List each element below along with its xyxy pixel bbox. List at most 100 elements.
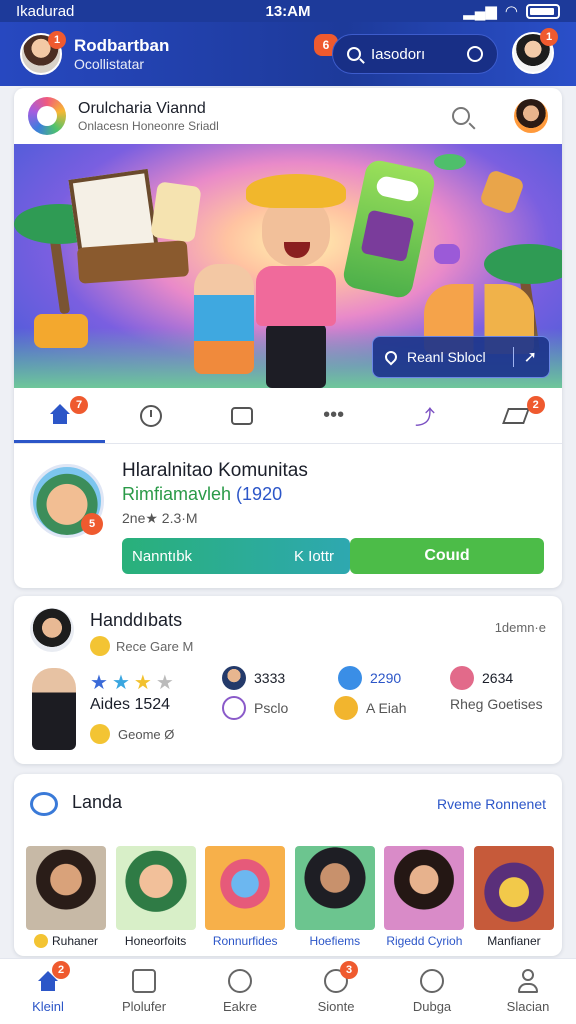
main-character-illustration <box>246 174 346 388</box>
app-logo-icon <box>28 97 66 135</box>
media-thumbnail <box>205 846 286 930</box>
community-subtitle: Onlacesn Honeonre Sriadl <box>78 118 219 133</box>
community-info: Orulcharia Viannd Onlacesn Honeonre Sria… <box>78 99 219 134</box>
profile-badge: 5 <box>81 513 103 535</box>
user-name: Rodbartban <box>74 35 170 55</box>
send-icon <box>502 407 531 424</box>
landa-icon <box>30 792 58 816</box>
status-bar: Ikadurad 13:AM ▂▄▆ ◠ <box>0 0 576 22</box>
media-item[interactable]: Ruhaner <box>26 846 106 948</box>
bottom-nav: 2 Kleinl Plolufer Eakre 3 Sionte Dubga S… <box>0 958 576 1024</box>
content-tabs: 7 ••• ⤴ 2 <box>14 388 562 444</box>
emoji-icon <box>90 724 110 744</box>
stat-label: A Eiah <box>334 696 406 720</box>
stat-label: Psclo <box>222 696 288 720</box>
nav-label: Eakre <box>223 999 257 1014</box>
member-geo: Geome Ø <box>90 724 174 744</box>
profile-avatar-badge: 1 <box>540 28 558 46</box>
tab-send[interactable]: 2 <box>471 388 562 443</box>
member-subtitle: Rece Gare M <box>90 636 193 656</box>
profile-avatar[interactable]: 1 <box>512 28 558 74</box>
stat-icon <box>222 696 246 720</box>
stat-icon <box>334 696 358 720</box>
tab-more[interactable]: ••• <box>288 388 379 443</box>
search-placeholder: Iasodorı <box>371 45 426 63</box>
nav-activity[interactable]: 3 Sionte <box>288 959 384 1024</box>
landa-title: Landa <box>72 792 123 812</box>
search-icon <box>228 969 252 993</box>
member-avatar[interactable] <box>30 608 74 652</box>
tab-share[interactable]: ⤴ <box>379 388 470 443</box>
tab-chat[interactable] <box>197 388 288 443</box>
nav-label: Sionte <box>317 999 355 1014</box>
star-icon: ★ <box>111 672 130 694</box>
tab-clock[interactable] <box>105 388 196 443</box>
floating-disc <box>434 154 466 170</box>
person-icon <box>516 969 540 993</box>
media-item[interactable]: Hoefiems <box>294 846 375 948</box>
stat-value: 3333 <box>222 666 285 690</box>
user-avatar[interactable]: 1 <box>20 31 66 75</box>
nav-profile[interactable]: Plolufer <box>96 959 192 1024</box>
header-search[interactable]: Iasodorı <box>332 34 498 74</box>
avatar-badge: 1 <box>48 31 66 49</box>
nav-explore[interactable]: Eakre <box>192 959 288 1024</box>
community-profile-avatar[interactable]: 5 <box>30 464 104 538</box>
more-icon: ••• <box>323 404 345 426</box>
secondary-action-button[interactable]: Nanntıbk K Iottr <box>122 538 350 574</box>
nav-account[interactable]: Slacian <box>480 959 576 1024</box>
stat-icon <box>338 666 362 690</box>
primary-action-button[interactable]: Couıd <box>350 538 544 574</box>
nav-search[interactable]: Dubga <box>384 959 480 1024</box>
profile-title: Hlaralnitao Komunitas <box>122 460 308 481</box>
community-profile: 5 Hlaralnitao Komunitas Rimfiamavleh (19… <box>14 450 562 588</box>
magnifier-icon <box>420 969 444 993</box>
floating-card <box>150 181 202 243</box>
user-info: Rodbartban Ocollistatar <box>74 35 169 74</box>
nav-home[interactable]: 2 Kleinl <box>0 959 96 1024</box>
media-item[interactable]: Manfianer <box>473 846 554 948</box>
media-thumbnail <box>26 846 106 930</box>
media-item[interactable]: Rigedd Cyrioh <box>384 846 465 948</box>
nav-label: Kleinl <box>32 999 64 1014</box>
community-avatar[interactable] <box>514 99 548 133</box>
see-more-link[interactable]: Rveme Ronnenet <box>437 796 546 812</box>
star-icon: ★ <box>133 672 152 694</box>
rating-stars: ★ ★ ★ ★ <box>90 670 174 695</box>
banner-action-button[interactable]: Reanl Sblocl ➚ <box>372 336 550 378</box>
search-icon[interactable] <box>452 107 470 125</box>
media-thumbnail <box>294 846 375 930</box>
floating-box <box>478 168 526 216</box>
media-item[interactable]: Honeorfoits <box>115 846 196 948</box>
clock-icon <box>139 404 162 427</box>
hero-banner[interactable]: Reanl Sblocl ➚ <box>14 144 562 388</box>
floating-gem <box>434 244 460 264</box>
tab-home[interactable]: 7 <box>14 388 106 443</box>
home-icon <box>48 404 72 424</box>
tab-home-badge: 7 <box>70 396 88 414</box>
landa-card: Landa Rveme Ronnenet Ruhaner Honeorfoits… <box>14 774 562 956</box>
emoji-icon <box>90 636 110 656</box>
community-row[interactable]: Orulcharia Viannd Onlacesn Honeonre Sria… <box>14 88 562 144</box>
media-thumbnail <box>115 846 196 930</box>
status-time: 13:AM <box>265 2 311 20</box>
stat-icon <box>450 666 474 690</box>
chat-icon <box>231 406 254 425</box>
member-time: 1demn·e <box>494 620 546 635</box>
community-title: Orulcharia Viannd <box>78 99 206 117</box>
nav-label: Slacian <box>506 999 550 1014</box>
stat-value: 2634 <box>450 666 513 690</box>
card-icon <box>132 969 156 993</box>
star-icon: ★ <box>155 672 174 694</box>
phone-robot-illustration <box>341 158 437 300</box>
user-handle: Ocollistatar <box>74 55 145 72</box>
star-icon: ★ <box>90 672 108 694</box>
emoji-icon <box>33 934 48 948</box>
stat-avatar <box>222 666 246 690</box>
member-aide: Aides 1524 <box>90 696 171 713</box>
refresh-icon[interactable] <box>467 46 483 62</box>
tab-send-badge: 2 <box>526 396 545 414</box>
media-item[interactable]: Ronnurfides <box>205 846 286 948</box>
search-icon <box>347 47 361 61</box>
nav-home-badge: 2 <box>52 961 70 979</box>
